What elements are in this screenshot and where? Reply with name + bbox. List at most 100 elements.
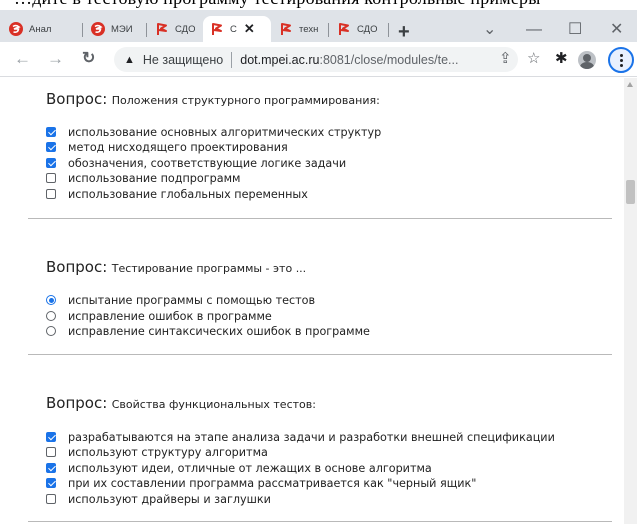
security-label[interactable]: Не защищено bbox=[143, 53, 223, 67]
answer-option[interactable]: исправление синтаксических ошибок в прог… bbox=[46, 324, 370, 338]
question-divider bbox=[28, 354, 612, 355]
answer-option[interactable]: метод нисходящего проектирования bbox=[46, 140, 288, 154]
option-label: используют структуру алгоритма bbox=[68, 445, 268, 459]
question-prefix: Вопрос: bbox=[46, 394, 108, 412]
tab-separator bbox=[388, 23, 389, 37]
maximize-icon[interactable]: ☐ bbox=[568, 22, 582, 38]
new-tab-button[interactable]: + bbox=[398, 22, 410, 42]
question-title: Вопрос: Положения структурного программи… bbox=[46, 90, 380, 109]
question-text: Свойства функциональных тестов: bbox=[111, 398, 316, 411]
mpei-logo-icon bbox=[9, 22, 23, 36]
question-prefix: Вопрос: bbox=[46, 258, 108, 276]
tab-label: Анал bbox=[29, 23, 52, 35]
answer-option[interactable]: исправление ошибок в программе bbox=[46, 309, 272, 323]
browser-toolbar: ← → ↻ ▲ Не защищено dot.mpei.ac.ru:8081/… bbox=[0, 42, 637, 77]
sdo-flag-icon bbox=[155, 22, 169, 36]
checkbox[interactable] bbox=[46, 447, 56, 457]
checkbox[interactable] bbox=[46, 158, 56, 168]
scrollbar-thumb[interactable] bbox=[626, 180, 635, 204]
close-window-icon[interactable]: ✕ bbox=[610, 22, 623, 38]
back-arrow-icon[interactable]: ← bbox=[14, 49, 31, 69]
question-divider bbox=[28, 218, 612, 219]
url-path: :8081/close/modules/te... bbox=[319, 52, 459, 67]
bookmark-star-icon[interactable]: ☆ bbox=[527, 50, 540, 68]
checkbox[interactable] bbox=[46, 173, 56, 183]
tab-tech[interactable]: техн bbox=[272, 16, 324, 42]
forward-arrow-icon[interactable]: → bbox=[47, 49, 64, 69]
option-label: использование подпрограмм bbox=[68, 171, 241, 185]
checkbox[interactable] bbox=[46, 494, 56, 504]
question-text: Положения структурного программирования: bbox=[111, 94, 380, 107]
checkbox[interactable] bbox=[46, 432, 56, 442]
answer-option[interactable]: использование подпрограмм bbox=[46, 171, 240, 185]
extensions-puzzle-icon[interactable]: ✱ bbox=[555, 50, 568, 68]
quiz-page: Вопрос: Положения структурного программи… bbox=[0, 78, 624, 524]
tab-mei[interactable]: МЭИ bbox=[84, 16, 144, 42]
address-divider bbox=[231, 51, 233, 68]
answer-option[interactable]: разрабатываются на этапе анализа задачи … bbox=[46, 430, 555, 444]
option-label: используют драйверы и заглушки bbox=[68, 492, 271, 506]
question-divider bbox=[28, 521, 612, 522]
checkbox[interactable] bbox=[46, 478, 56, 488]
reload-icon[interactable]: ↻ bbox=[82, 49, 95, 69]
option-label: использование глобальных переменных bbox=[68, 187, 308, 201]
tab-separator bbox=[82, 23, 83, 37]
question-title: Вопрос: Тестирование программы - это ... bbox=[46, 258, 306, 277]
tab-analysis[interactable]: Анал bbox=[2, 16, 80, 42]
question-prefix: Вопрос: bbox=[46, 90, 108, 108]
answer-option[interactable]: испытание программы с помощью тестов bbox=[46, 293, 315, 307]
page-scrollbar[interactable] bbox=[624, 78, 637, 524]
minimize-icon[interactable]: — bbox=[526, 22, 542, 38]
option-label: метод нисходящего проектирования bbox=[68, 140, 288, 154]
tab-sdo-1[interactable]: СДО bbox=[148, 16, 200, 42]
mpei-logo-icon bbox=[91, 22, 105, 36]
browser-menu-icon[interactable] bbox=[608, 47, 634, 73]
answer-option[interactable]: использование глобальных переменных bbox=[46, 187, 308, 201]
option-label: используют идеи, отличные от лежащих в о… bbox=[68, 461, 432, 475]
answer-option[interactable]: используют структуру алгоритма bbox=[46, 445, 268, 459]
option-label: исправление ошибок в программе bbox=[68, 309, 272, 323]
option-label: исправление синтаксических ошибок в прог… bbox=[68, 324, 370, 338]
url-host: dot.mpei.ac.ru bbox=[240, 52, 320, 67]
option-label: испытание программы с помощью тестов bbox=[68, 293, 316, 307]
tab-label: СДО bbox=[175, 23, 196, 35]
background-document-text: …дите в тестовую программу тестирования … bbox=[0, 0, 637, 10]
checkbox[interactable] bbox=[46, 463, 56, 473]
share-icon[interactable]: ⇪ bbox=[499, 50, 512, 68]
radio-button[interactable] bbox=[46, 311, 56, 321]
checkbox[interactable] bbox=[46, 142, 56, 152]
tab-search-dropdown-icon[interactable]: ⌄ bbox=[483, 22, 496, 38]
close-tab-icon[interactable]: ✕ bbox=[244, 21, 255, 37]
option-label: при их составлении программа рассматрива… bbox=[68, 476, 477, 490]
tab-separator bbox=[146, 23, 147, 37]
tab-active-sdo[interactable]: С ✕ bbox=[203, 16, 271, 42]
option-label: разрабатываются на этапе анализа задачи … bbox=[68, 430, 555, 444]
answer-option[interactable]: используют драйверы и заглушки bbox=[46, 492, 271, 506]
checkbox[interactable] bbox=[46, 127, 56, 137]
sdo-flag-icon bbox=[210, 22, 224, 36]
option-label: использование основных алгоритмических с… bbox=[68, 125, 382, 139]
answer-option[interactable]: обозначения, соответствующие логике зада… bbox=[46, 156, 346, 170]
profile-avatar-icon[interactable] bbox=[578, 51, 596, 69]
answer-option[interactable]: использование основных алгоритмических с… bbox=[46, 125, 381, 139]
tab-label: техн bbox=[299, 23, 319, 35]
answer-option[interactable]: используют идеи, отличные от лежащих в о… bbox=[46, 461, 432, 475]
sdo-flag-icon bbox=[279, 22, 293, 36]
question-text: Тестирование программы - это ... bbox=[111, 262, 307, 275]
answer-option[interactable]: при их составлении программа рассматрива… bbox=[46, 476, 476, 490]
url-text[interactable]: dot.mpei.ac.ru:8081/close/modules/te... bbox=[240, 53, 458, 67]
tab-label: СДО bbox=[357, 23, 378, 35]
tab-label: С bbox=[230, 23, 237, 35]
option-label: обозначения, соответствующие логике зада… bbox=[68, 156, 347, 170]
radio-button[interactable] bbox=[46, 326, 56, 336]
scroll-up-arrow-icon[interactable] bbox=[627, 82, 633, 87]
tab-bar: Анал МЭИ СДО С ✕ техн СДО + ⌄ — ☐ ✕ bbox=[0, 10, 637, 42]
warning-triangle-icon[interactable]: ▲ bbox=[124, 54, 135, 66]
checkbox[interactable] bbox=[46, 189, 56, 199]
sdo-flag-icon bbox=[337, 22, 351, 36]
radio-button[interactable] bbox=[46, 295, 56, 305]
tab-sdo-2[interactable]: СДО bbox=[330, 16, 384, 42]
address-bar[interactable]: ▲ Не защищено dot.mpei.ac.ru:8081/close/… bbox=[114, 47, 518, 72]
question-title: Вопрос: Свойства функциональных тестов: bbox=[46, 394, 316, 413]
tab-separator bbox=[328, 23, 329, 37]
